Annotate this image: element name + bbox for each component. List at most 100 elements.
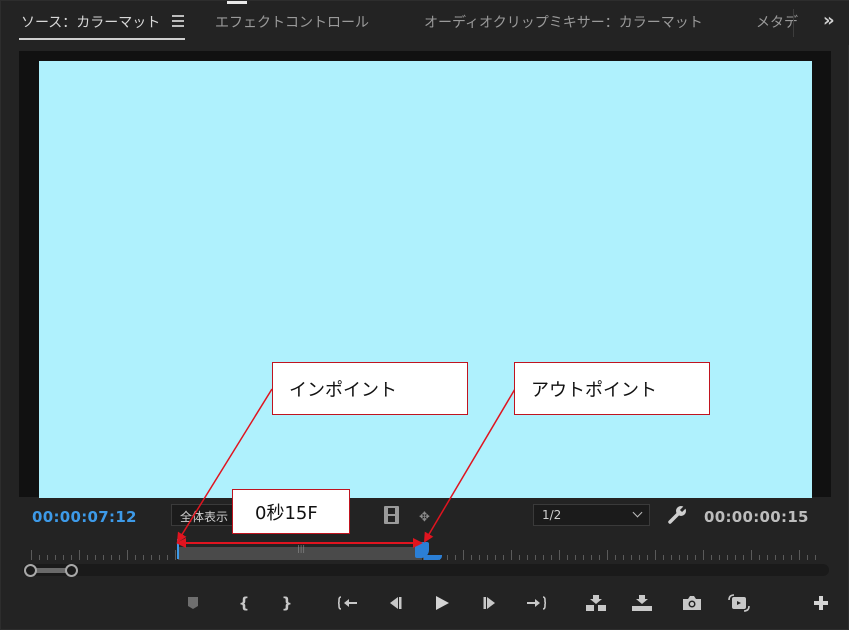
go-to-out-icon [527,596,546,610]
play-button[interactable] [431,592,453,614]
mark-in-button[interactable]: { [233,592,255,614]
ruler-tick [567,555,568,560]
ruler-tick [519,555,520,560]
ruler-tick [39,555,40,560]
panel-tab-bar: ソース：カラーマット エフェクトコントロール オーディオクリップミキサー：カラー… [1,1,849,45]
out-point-callout-text: アウトポイント [531,379,657,401]
in-out-duration-timecode: 00:00:00:15 [704,508,809,526]
ruler-tick [471,555,472,560]
ruler-tick [767,555,768,560]
step-back-button[interactable] [384,592,406,614]
add-marker-icon [188,597,198,609]
toggle-proxies-button[interactable] [728,592,750,614]
ruler-tick [487,555,488,560]
ruler-tick [167,555,168,560]
ruler-tick [583,555,584,560]
ruler-tick [663,555,664,560]
button-editor-button[interactable] [810,592,832,614]
ruler-tick [599,555,600,560]
mark-out-icon: } [281,594,293,612]
ruler-tick [127,550,128,560]
tab-source[interactable]: ソース：カラーマット [21,12,160,32]
drag-audio-only-icon[interactable]: ✥ [419,510,430,525]
tab-metadata[interactable]: メタデ [756,12,798,32]
overwrite-button[interactable] [631,592,653,614]
ruler-tick [455,555,456,560]
toggle-proxies-icon [728,594,750,612]
in-point-marker[interactable] [177,539,179,559]
in-point-callout: インポイント [272,362,468,415]
tab-effect-controls[interactable]: エフェクトコントロール [215,12,369,32]
ruler-tick [63,555,64,560]
ruler-tick [31,550,32,560]
ruler-tick [135,555,136,560]
zoom-scrollbar-thumb[interactable] [36,568,68,573]
ruler-tick [591,555,592,560]
ruler-tick [607,550,608,560]
ruler-tick [799,550,800,560]
tab-menu-icon[interactable] [172,15,184,27]
ruler-tick [695,555,696,560]
ruler-tick [159,555,160,560]
ruler-tick [47,555,48,560]
ruler-tick [71,555,72,560]
go-to-out-button[interactable] [525,592,547,614]
ruler-tick [447,555,448,560]
ruler-tick [551,555,552,560]
zoom-scrollbar[interactable] [23,564,829,576]
range-grip-icon[interactable]: ||| [297,544,305,553]
ruler-tick [575,555,576,560]
ruler-tick [815,555,816,560]
zoom-level-value: 全体表示 [180,510,229,524]
settings-wrench-icon[interactable] [667,503,689,525]
video-frame[interactable] [39,61,812,498]
ruler-tick [495,555,496,560]
add-marker-button[interactable] [182,592,204,614]
go-to-in-button[interactable] [337,592,359,614]
drag-video-only-icon[interactable] [384,506,399,524]
ruler-tick [655,550,656,560]
ruler-tick [535,555,536,560]
go-to-in-icon [338,596,357,610]
zoom-handle-left[interactable] [24,564,37,577]
playhead-timecode[interactable]: 00:00:07:12 [32,508,137,526]
export-frame-button[interactable] [681,592,703,614]
ruler-tick [759,555,760,560]
ruler-tick [503,555,504,560]
ruler-tick [631,555,632,560]
ruler-tick [111,555,112,560]
ruler-tick [559,550,560,560]
play-icon [436,596,449,610]
ruler-tick [79,550,80,560]
ruler-tick [55,555,56,560]
panel-drag-marker [227,1,247,4]
mark-in-icon: { [238,594,250,612]
source-monitor-panel: ソース：カラーマット エフェクトコントロール オーディオクリップミキサー：カラー… [0,0,849,630]
step-back-icon [390,597,402,609]
step-forward-button[interactable] [479,592,501,614]
button-editor-icon [814,596,828,610]
ruler-tick [703,550,704,560]
ruler-tick [95,555,96,560]
ruler-tick [623,555,624,560]
ruler-tick [143,555,144,560]
ruler-tick [687,555,688,560]
out-point-marker[interactable] [424,555,442,560]
zoom-handle-right[interactable] [65,564,78,577]
mark-out-button[interactable]: } [276,592,298,614]
ruler-tick [735,555,736,560]
ruler-tick [719,555,720,560]
chevron-down-icon [632,507,643,518]
ruler-tick [671,555,672,560]
ruler-tick [103,555,104,560]
playback-resolution-select[interactable]: 1/2 [533,504,650,526]
ruler-tick [511,550,512,560]
insert-button[interactable] [585,592,607,614]
ruler-tick [119,555,120,560]
ruler-tick [543,555,544,560]
tab-audio-clip-mixer[interactable]: オーディオクリップミキサー：カラーマット [424,12,703,32]
in-point-callout-text: インポイント [289,379,397,401]
tab-overflow-icon[interactable]: » [823,10,835,31]
active-tab-indicator [19,38,185,40]
ruler-tick [775,555,776,560]
